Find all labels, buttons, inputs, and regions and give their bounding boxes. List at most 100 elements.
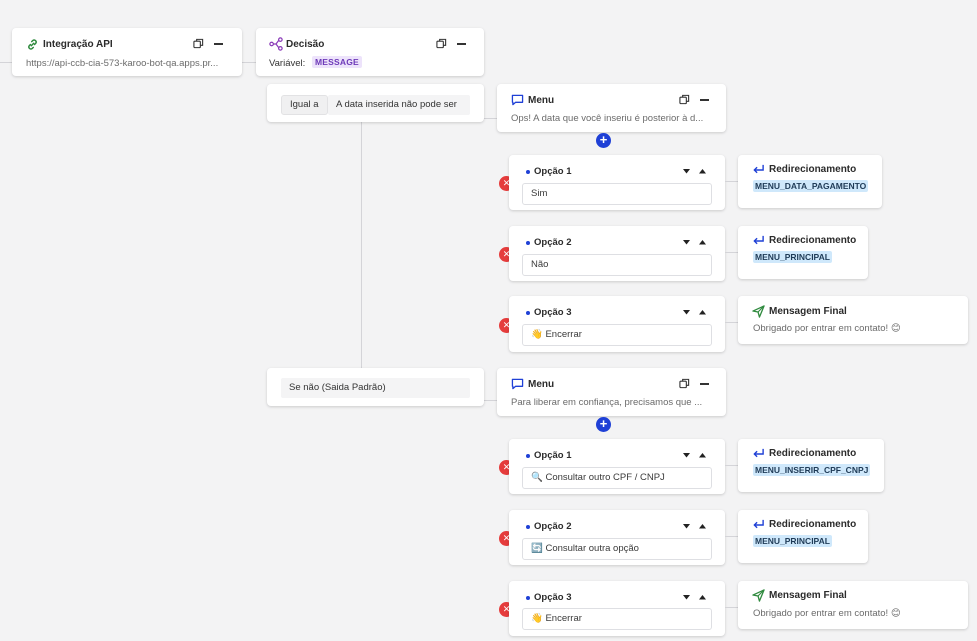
connector-line [361,116,362,368]
option-title: Opção 1 [534,166,572,177]
menu-message: Ops! A data que você inseriu é posterior… [511,113,704,124]
final-message-text: Obrigado por entrar em contato! 😊 [753,323,901,334]
option-value-input[interactable]: Não [522,254,712,276]
send-icon [752,589,765,602]
api-node-url: https://api-ccb-cia-573-karoo-bot-qa.app… [26,58,219,69]
condition-row[interactable]: Igual a A data inserida não pode ser [267,84,484,122]
condition-value-input[interactable]: A data inserida não pode ser [328,95,470,115]
condition-operator[interactable]: Igual a [281,95,328,115]
menu-node[interactable]: Menu Ops! A data que você inseriu é post… [497,84,726,132]
option-card[interactable]: Opção 2 🔄 Consultar outra opção [509,510,725,565]
redirect-title: Redirecionamento [769,235,857,246]
redirect-node[interactable]: Redirecionamento MENU_DATA_PAGAMENTO [738,155,882,208]
caret-down-icon[interactable] [683,524,690,529]
minus-icon[interactable] [214,43,223,45]
caret-up-icon[interactable] [699,169,706,174]
menu-title: Menu [528,379,555,390]
final-message-title: Mensagem Final [769,590,847,601]
connector-line [484,118,497,119]
option-dot-icon [526,596,530,600]
decision-node-title: Decisão [286,39,325,50]
final-message-text: Obrigado por entrar em contato! 😊 [753,608,901,619]
connector-line [725,607,738,608]
option-title: Opção 3 [534,307,572,318]
option-card[interactable]: Opção 1 🔍 Consultar outro CPF / CNPJ [509,439,725,494]
connector-line [242,62,256,63]
option-title: Opção 2 [534,521,572,532]
option-card[interactable]: Opção 1 Sim [509,155,725,210]
copy-icon[interactable] [679,378,690,389]
caret-up-icon[interactable] [699,310,706,315]
option-title: Opção 3 [534,592,572,603]
option-dot-icon [526,311,530,315]
caret-up-icon[interactable] [699,524,706,529]
minus-icon[interactable] [700,99,709,101]
final-message-node[interactable]: Mensagem Final Obrigado por entrar em co… [738,581,968,629]
api-integration-node[interactable]: Integração API https://api-ccb-cia-573-k… [12,28,242,76]
connector-line [725,322,738,323]
plus-icon: + [599,416,608,431]
add-option-button[interactable]: + [596,417,611,432]
caret-down-icon[interactable] [683,169,690,174]
plus-icon: + [599,132,608,147]
menu-message: Para liberar em confiança, precisamos qu… [511,397,703,408]
option-card[interactable]: Opção 2 Não [509,226,725,281]
redirect-arrow-icon [753,164,764,174]
final-message-title: Mensagem Final [769,306,847,317]
connector-line [725,252,738,253]
link-icon [28,39,37,50]
redirect-node[interactable]: Redirecionamento MENU_INSERIR_CPF_CNPJ [738,439,884,492]
option-title: Opção 2 [534,237,572,248]
redirect-arrow-icon [753,235,764,245]
redirect-target-badge: MENU_PRINCIPAL [753,251,832,263]
decision-node[interactable]: Decisão Variável: MESSAGE [256,28,484,76]
connector-line [484,400,497,401]
option-dot-icon [526,454,530,458]
variable-label: Variável: [269,58,306,69]
connector-line [725,465,738,466]
chat-icon [511,94,524,106]
chat-icon [511,378,524,390]
option-dot-icon [526,170,530,174]
redirect-node[interactable]: Redirecionamento MENU_PRINCIPAL [738,226,868,279]
option-value-input[interactable]: 🔍 Consultar outro CPF / CNPJ [522,467,712,489]
option-value-input[interactable]: 🔄 Consultar outra opção [522,538,712,560]
redirect-title: Redirecionamento [769,519,857,530]
caret-down-icon[interactable] [683,240,690,245]
redirect-target-badge: MENU_INSERIR_CPF_CNPJ [753,464,871,476]
variable-badge: MESSAGE [312,56,362,68]
redirect-title: Redirecionamento [769,164,857,175]
menu-title: Menu [528,95,555,106]
option-card[interactable]: Opção 3 👋 Encerrar [509,296,725,352]
default-condition-row[interactable]: Se não (Saida Padrão) [267,368,484,406]
option-dot-icon [526,241,530,245]
caret-down-icon[interactable] [683,453,690,458]
redirect-arrow-icon [753,448,764,458]
caret-up-icon[interactable] [699,240,706,245]
add-option-button[interactable]: + [596,133,611,148]
caret-up-icon[interactable] [699,595,706,600]
copy-icon[interactable] [436,38,447,49]
option-value-input[interactable]: 👋 Encerrar [522,324,712,346]
caret-down-icon[interactable] [683,595,690,600]
option-value-input[interactable]: Sim [522,183,712,205]
caret-down-icon[interactable] [683,310,690,315]
menu-node[interactable]: Menu Para liberar em confiança, precisam… [497,368,726,416]
copy-icon[interactable] [679,94,690,105]
redirect-target-badge: MENU_DATA_PAGAMENTO [753,180,869,192]
default-condition-input[interactable]: Se não (Saida Padrão) [281,378,470,398]
final-message-node[interactable]: Mensagem Final Obrigado por entrar em co… [738,296,968,344]
connector-line [725,536,738,537]
redirect-target-badge: MENU_PRINCIPAL [753,535,832,547]
send-icon [752,305,765,318]
connector-line [0,62,12,63]
branch-icon [269,37,283,51]
redirect-node[interactable]: Redirecionamento MENU_PRINCIPAL [738,510,868,563]
option-value-input[interactable]: 👋 Encerrar [522,608,712,630]
copy-icon[interactable] [193,38,204,49]
minus-icon[interactable] [700,383,709,385]
connector-line [725,181,738,182]
caret-up-icon[interactable] [699,453,706,458]
minus-icon[interactable] [457,43,466,45]
option-card[interactable]: Opção 3 👋 Encerrar [509,581,725,636]
